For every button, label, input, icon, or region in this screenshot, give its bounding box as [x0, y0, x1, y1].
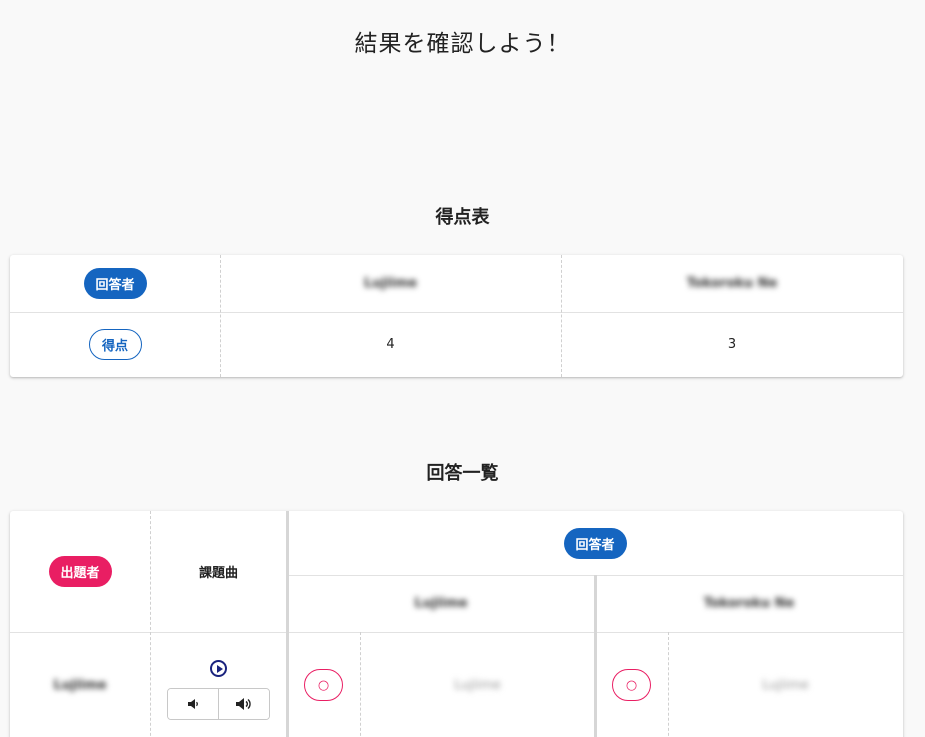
answerer-header-1: Lujiime	[287, 575, 595, 632]
score-table: 回答者 Lujiime Tokoroku Ne 得点 4 3	[10, 255, 903, 377]
score-header-label-cell: 回答者	[10, 255, 220, 312]
volume-up-icon	[236, 698, 251, 710]
answer-text-cell: Lujiime	[360, 632, 595, 737]
column-divider	[150, 511, 151, 737]
answerers-header-cell: 回答者	[287, 511, 903, 575]
answer-text: Lujiime	[762, 677, 809, 693]
answerer-name: Lujiime	[414, 596, 468, 611]
song-header: 課題曲	[198, 566, 238, 581]
setter-cell: Lujiime	[10, 632, 150, 737]
answer-text: Lujiime	[454, 677, 501, 693]
results-page: 結果を確認しよう！ 得点表 回答者 Lujiime Tokoroku Ne 得点…	[0, 0, 925, 737]
score-header-player-2: Tokoroku Ne	[561, 255, 903, 312]
setter-badge: 出題者	[48, 556, 112, 587]
answer-mark-cell: ○	[287, 632, 360, 737]
setter-name: Lujiime	[53, 677, 107, 693]
score-cell-player-2: 3	[561, 312, 903, 377]
player-name: Lujiime	[363, 276, 418, 291]
answer-mark-cell: ○	[595, 632, 668, 737]
column-divider-thick	[286, 511, 289, 737]
score-cell-player-1: 4	[220, 312, 561, 377]
volume-control	[167, 688, 270, 720]
volume-up-button[interactable]	[218, 689, 269, 719]
answerer-badge: 回答者	[83, 268, 147, 299]
volume-down-button[interactable]	[168, 689, 218, 719]
answers-table-title: 回答一覧	[426, 463, 499, 484]
answerer-name: Tokoroku Ne	[703, 596, 795, 611]
score-value: 4	[386, 337, 395, 352]
play-button[interactable]	[208, 658, 229, 679]
column-divider	[668, 632, 669, 737]
song-cell	[150, 632, 287, 737]
score-header-player-1: Lujiime	[220, 255, 561, 312]
player-name: Tokoroku Ne	[686, 276, 778, 291]
setter-header-cell: 出題者	[10, 511, 150, 632]
score-value: 3	[727, 337, 737, 352]
column-divider	[561, 255, 562, 377]
correct-mark: ○	[612, 669, 651, 701]
answers-table: 出題者 課題曲 回答者 Lujiime Tokoroku Ne Lujiime	[10, 511, 903, 737]
page-title: 結果を確認しよう！	[354, 31, 571, 57]
correct-mark: ○	[304, 669, 343, 701]
score-row-label-cell: 得点	[10, 312, 220, 377]
score-badge: 得点	[88, 329, 142, 360]
answerer-header-2: Tokoroku Ne	[595, 575, 903, 632]
play-circle-icon	[210, 660, 227, 677]
column-divider-thick	[594, 575, 597, 737]
score-table-title: 得点表	[435, 207, 490, 228]
answerers-badge: 回答者	[563, 527, 627, 559]
answer-text-cell: Lujiime	[668, 632, 903, 737]
column-divider	[220, 255, 221, 377]
song-header-cell: 課題曲	[150, 511, 287, 632]
volume-down-icon	[188, 699, 198, 709]
column-divider	[360, 632, 361, 737]
